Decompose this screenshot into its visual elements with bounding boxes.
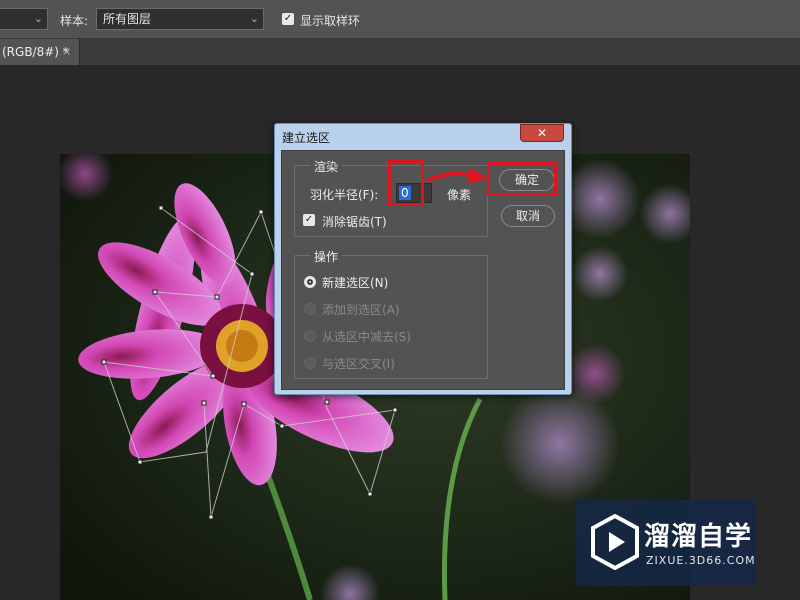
option-subtract-from-selection: 从选区中减去(S) (322, 330, 411, 344)
option-new-selection: 新建选区(N) (322, 276, 389, 290)
play-logo-icon (591, 514, 639, 570)
watermark-name: 溜溜自学 (644, 522, 753, 552)
render-group-label: 渲染 (310, 158, 343, 175)
cancel-button-label: 取消 (515, 209, 540, 223)
cancel-button[interactable]: 取消 (501, 205, 555, 227)
options-bar: ⌄ 样本: 所有图层 ⌄ ✓ 显示取样环 (0, 0, 800, 39)
chevron-down-icon: ⌄ (249, 12, 259, 25)
sample-label: 样本: (60, 14, 89, 28)
radio-intersect-selection[interactable] (304, 357, 316, 369)
option-intersect-selection: 与选区交叉(I) (322, 357, 395, 371)
sample-value: 所有图层 (103, 12, 152, 26)
show-ring-label: 显示取样环 (300, 14, 361, 28)
radio-subtract-from-selection[interactable] (304, 330, 316, 342)
sample-dropdown[interactable]: 所有图层 ⌄ (96, 8, 264, 30)
dialog-close-button[interactable]: ✕ (520, 124, 564, 142)
antialias-checkbox[interactable]: ✓ (303, 214, 315, 226)
operation-group-label: 操作 (310, 248, 343, 265)
feather-radius-label: 羽化半径(F): (310, 188, 379, 202)
tool-mode-dropdown[interactable]: ⌄ (0, 8, 48, 30)
tab-close-icon[interactable]: × (62, 39, 71, 65)
document-tab-title: (RGB/8#) * (2, 45, 69, 59)
watermark-logo: 溜溜自学 ZIXUE.3D66.COM (576, 500, 756, 586)
close-icon: ✕ (536, 126, 548, 140)
option-add-to-selection: 添加到选区(A) (322, 303, 400, 317)
document-tab-bar: (RGB/8#) * × (0, 39, 800, 65)
chevron-down-icon: ⌄ (33, 12, 43, 25)
red-arrow-icon (427, 168, 488, 184)
radio-new-selection[interactable] (304, 276, 316, 288)
feather-highlight-box (388, 160, 424, 206)
dialog-title: 建立选区 (282, 131, 331, 145)
antialias-label: 消除锯齿(T) (322, 215, 387, 229)
radio-add-to-selection[interactable] (304, 303, 316, 315)
document-tab[interactable]: (RGB/8#) * × (0, 39, 80, 65)
watermark-url: ZIXUE.3D66.COM (646, 554, 756, 567)
show-ring-checkbox[interactable]: ✓ (282, 13, 294, 25)
ok-highlight-box (487, 162, 557, 196)
